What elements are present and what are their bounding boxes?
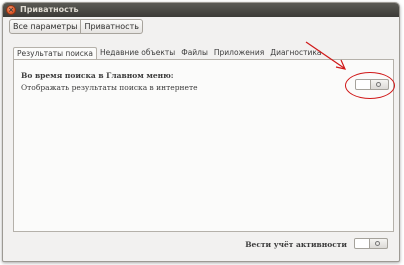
record-activity-label: Вести учёт активности xyxy=(245,240,347,249)
close-icon[interactable]: × xyxy=(6,5,16,15)
switch-knob xyxy=(355,239,370,248)
annotation-arrow-icon xyxy=(305,41,347,70)
window-title: Приватность xyxy=(20,5,79,14)
tab-bar: Результаты поиска Недавние объекты Файлы… xyxy=(13,47,324,60)
tab-recent-items[interactable]: Недавние объекты xyxy=(97,47,178,59)
tab-files[interactable]: Файлы xyxy=(178,47,211,59)
breadcrumb-all-settings[interactable]: Все параметры xyxy=(9,19,82,34)
breadcrumb-privacy[interactable]: Приватность xyxy=(81,19,143,34)
title-bar: × Приватность xyxy=(3,3,399,17)
privacy-window: × Приватность Все параметры Приватность … xyxy=(2,2,400,262)
switch-off-icon xyxy=(375,241,380,246)
record-activity-switch[interactable] xyxy=(354,238,388,249)
breadcrumb: Все параметры Приватность xyxy=(9,19,143,34)
search-results-panel: Во время поиска в Главном меню: Отобража… xyxy=(13,59,394,232)
search-section-heading: Во время поиска в Главном меню: xyxy=(21,71,174,80)
annotation-ellipse xyxy=(345,72,395,99)
online-results-label: Отображать результаты поиска в интернете xyxy=(21,83,198,92)
tab-applications[interactable]: Приложения xyxy=(211,47,267,59)
